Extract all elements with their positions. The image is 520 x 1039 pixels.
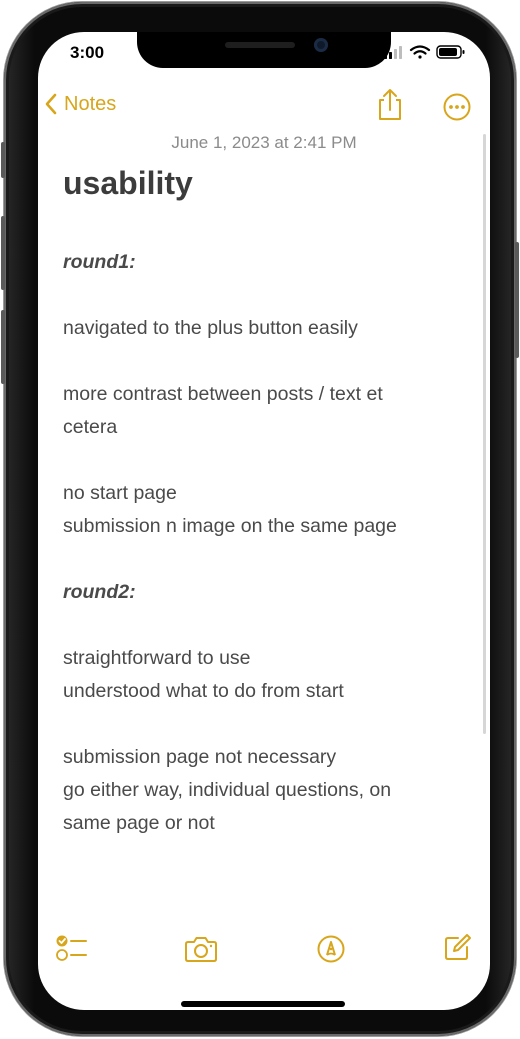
compose-icon[interactable] bbox=[442, 933, 472, 963]
speaker-grille bbox=[225, 42, 295, 48]
back-button[interactable]: Notes bbox=[44, 92, 116, 116]
checklist-icon[interactable] bbox=[54, 933, 88, 963]
markup-pen-icon[interactable] bbox=[316, 934, 346, 964]
front-camera bbox=[314, 38, 328, 52]
ellipsis-circle-icon[interactable] bbox=[442, 92, 472, 122]
note-line: more contrast between posts / text et bbox=[63, 383, 383, 406]
scrollbar[interactable] bbox=[483, 134, 486, 734]
note-body[interactable]: usability round1: navigated to the plus b… bbox=[63, 164, 463, 840]
note-line: navigated to the plus button easily bbox=[63, 317, 358, 340]
volume-down-button bbox=[1, 310, 5, 384]
note-line: submission n image on the same page bbox=[63, 515, 397, 538]
chevron-left-icon bbox=[45, 93, 57, 115]
share-icon[interactable] bbox=[375, 88, 405, 122]
mute-switch bbox=[1, 142, 5, 178]
cellular-signal-icon bbox=[384, 46, 402, 59]
note-section-heading: round2: bbox=[63, 581, 136, 604]
navigation-bar: Notes bbox=[38, 84, 490, 128]
status-icons bbox=[384, 45, 465, 59]
battery-icon bbox=[436, 45, 465, 59]
back-label: Notes bbox=[64, 92, 117, 115]
status-time: 3:00 bbox=[70, 43, 105, 62]
note-line: cetera bbox=[63, 416, 118, 439]
note-line: submission page not necessary bbox=[63, 746, 337, 769]
note-section-heading: round1: bbox=[63, 251, 136, 274]
note-line: same page or not bbox=[63, 812, 215, 835]
home-indicator[interactable] bbox=[181, 1001, 345, 1007]
note-line: no start page bbox=[63, 482, 177, 505]
wifi-icon bbox=[409, 45, 431, 59]
notch bbox=[137, 32, 391, 68]
volume-up-button bbox=[1, 216, 5, 290]
camera-icon[interactable] bbox=[184, 935, 218, 963]
note-lines: round1: navigated to the plus button easi… bbox=[63, 246, 463, 840]
bottom-toolbar bbox=[38, 927, 490, 971]
note-date: June 1, 2023 at 2:41 PM bbox=[171, 133, 357, 152]
note-line: understood what to do from start bbox=[63, 680, 344, 703]
phone-frame: 3:00 Notes June 1, 2023 at 2:41 PM usabi… bbox=[1, 2, 519, 1036]
note-line: go either way, individual questions, on bbox=[63, 779, 392, 802]
note-title: usability bbox=[63, 165, 193, 201]
power-button bbox=[515, 242, 519, 358]
note-line: straightforward to use bbox=[63, 647, 251, 670]
screen: 3:00 Notes June 1, 2023 at 2:41 PM usabi… bbox=[38, 32, 490, 1010]
